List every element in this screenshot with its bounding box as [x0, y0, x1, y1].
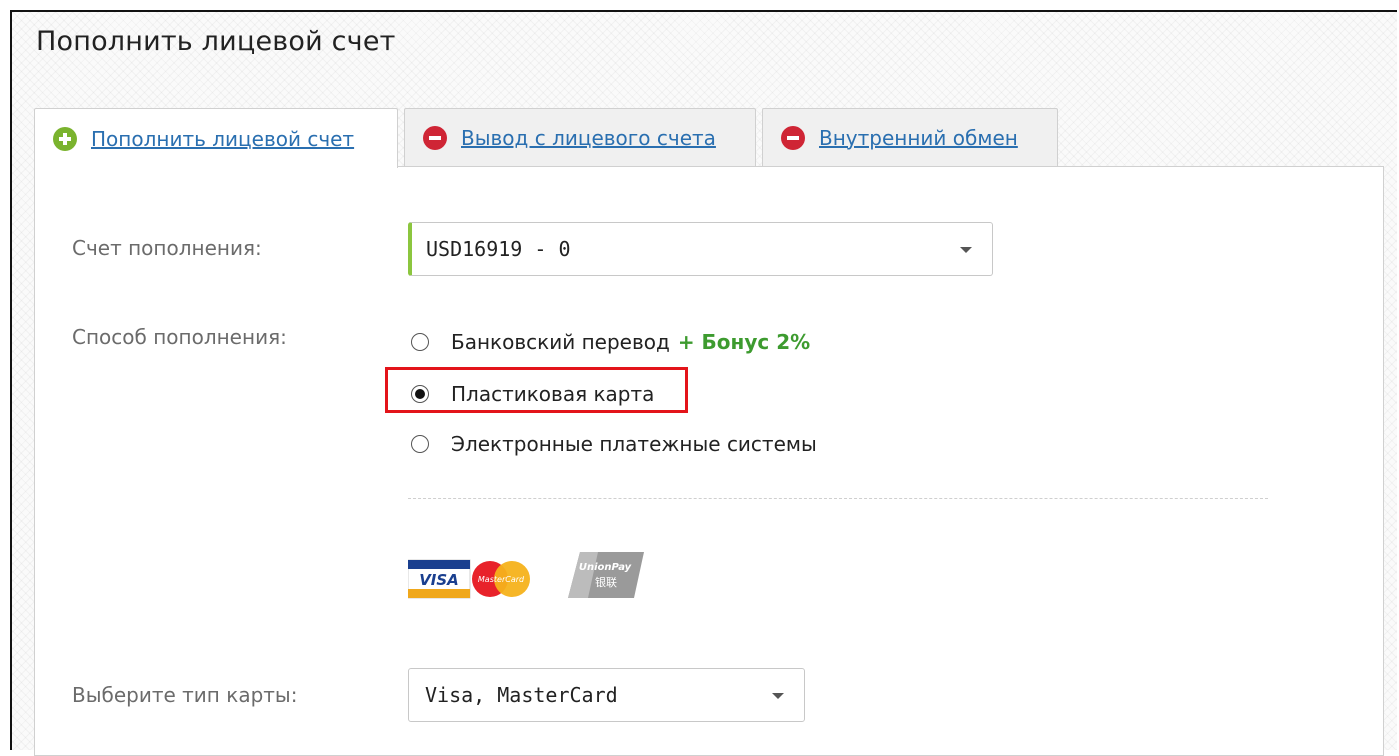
divider: [408, 498, 1268, 499]
unionpay-logo: UnionPay 银联: [568, 552, 644, 598]
tab-deposit-label[interactable]: Пополнить лицевой счет: [91, 127, 354, 151]
radio-button[interactable]: [411, 435, 429, 453]
card-type-label: Выберите тип карты:: [72, 683, 298, 707]
account-label: Счет пополнения:: [72, 236, 262, 260]
visa-text: VISA: [419, 571, 459, 589]
tab-withdraw[interactable]: Вывод с лицевого счета: [404, 108, 756, 166]
unionpay-text: UnionPay: [579, 562, 632, 573]
account-select[interactable]: USD16919 - 0: [408, 222, 993, 276]
method-option-plastic-card[interactable]: Пластиковая карта: [411, 379, 654, 409]
radio-button-selected[interactable]: [411, 385, 429, 403]
unionpay-cn-text: 银联: [595, 575, 617, 589]
card-type-select[interactable]: Visa, MasterCard: [408, 668, 805, 722]
account-select-value: USD16919 - 0: [426, 237, 571, 261]
method-option-label: Электронные платежные системы: [451, 432, 817, 456]
method-option-label: Банковский перевод: [451, 330, 670, 354]
method-option-label: Пластиковая карта: [451, 382, 655, 406]
tab-internal-exchange-label[interactable]: Внутренний обмен: [819, 126, 1018, 150]
mastercard-text: MasterCard: [478, 575, 525, 584]
radio-button[interactable]: [411, 333, 429, 351]
plus-circle-icon: [53, 126, 77, 151]
minus-circle-icon: [781, 125, 805, 150]
minus-circle-icon: [423, 125, 447, 150]
chevron-down-icon: [772, 693, 784, 699]
tab-withdraw-label[interactable]: Вывод с лицевого счета: [461, 126, 716, 150]
mastercard-logo: MasterCard: [472, 561, 530, 597]
tab-deposit[interactable]: Пополнить лицевой счет: [34, 108, 398, 168]
method-option-e-payment[interactable]: Электронные платежные системы: [411, 429, 817, 459]
chevron-down-icon: [960, 247, 972, 253]
bonus-badge: + Бонус 2%: [677, 330, 811, 354]
card-logos: VISA MasterCard UnionPay 银联: [408, 552, 644, 599]
visa-logo: VISA: [408, 559, 471, 599]
method-option-bank-transfer[interactable]: Банковский перевод + Бонус 2%: [411, 327, 810, 357]
card-type-select-value: Visa, MasterCard: [425, 683, 618, 707]
tab-internal-exchange[interactable]: Внутренний обмен: [762, 108, 1058, 166]
method-label: Способ пополнения:: [72, 325, 287, 349]
page-title: Пополнить лицевой счет: [36, 26, 396, 57]
